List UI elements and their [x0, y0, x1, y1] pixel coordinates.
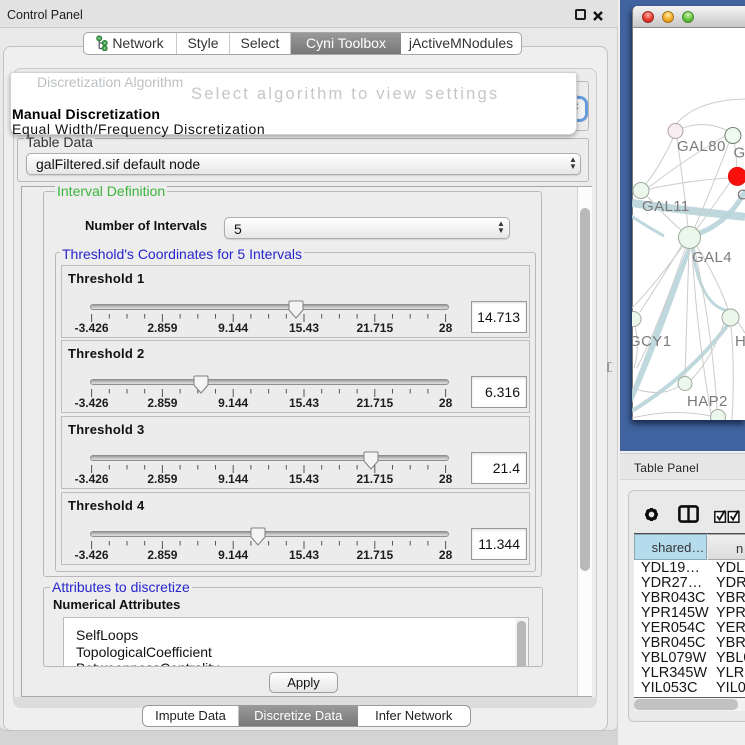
- svg-text:GAL11: GAL11: [642, 198, 690, 215]
- svg-text:G: G: [734, 145, 745, 162]
- svg-text:-3.426: -3.426: [75, 396, 109, 410]
- svg-text:9.144: 9.144: [218, 321, 248, 335]
- svg-text:21.715: 21.715: [356, 548, 393, 562]
- svg-text:H: H: [735, 333, 745, 350]
- svg-text:28: 28: [439, 472, 453, 486]
- svg-text:9.144: 9.144: [218, 472, 248, 486]
- svg-text:21.715: 21.715: [356, 472, 393, 486]
- svg-text:9.144: 9.144: [218, 396, 248, 410]
- svg-text:2.859: 2.859: [147, 321, 177, 335]
- svg-text:21.715: 21.715: [356, 321, 393, 335]
- svg-text:21.715: 21.715: [356, 396, 393, 410]
- svg-text:15.43: 15.43: [289, 472, 319, 486]
- svg-text:15.43: 15.43: [289, 548, 319, 562]
- svg-text:HAP2: HAP2: [687, 393, 728, 410]
- svg-text:9.144: 9.144: [218, 548, 248, 562]
- svg-text:28: 28: [439, 548, 453, 562]
- svg-text:C: C: [737, 187, 745, 204]
- svg-text:28: 28: [439, 396, 453, 410]
- svg-text:2.859: 2.859: [147, 396, 177, 410]
- svg-text:28: 28: [439, 321, 453, 335]
- svg-text:15.43: 15.43: [289, 321, 319, 335]
- svg-text:-3.426: -3.426: [75, 548, 109, 562]
- svg-text:2.859: 2.859: [147, 472, 177, 486]
- svg-text:GCY1: GCY1: [632, 333, 671, 350]
- svg-text:2.859: 2.859: [147, 548, 177, 562]
- svg-text:-3.426: -3.426: [75, 321, 109, 335]
- svg-text:GAL4: GAL4: [692, 249, 732, 266]
- svg-text:GAL80: GAL80: [677, 138, 726, 155]
- svg-text:-3.426: -3.426: [75, 472, 109, 486]
- svg-text:15.43: 15.43: [289, 396, 319, 410]
